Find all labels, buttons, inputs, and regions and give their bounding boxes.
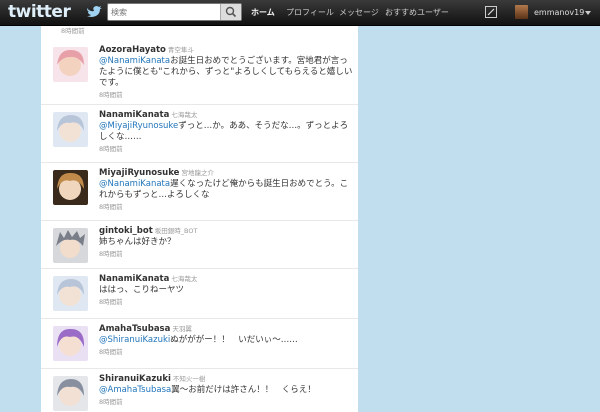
twitter-bird-icon <box>87 6 102 17</box>
mention-link[interactable]: @AmahaTsubasa <box>99 385 171 395</box>
tweet-text: 姉ちゃんは好きか？ <box>99 237 176 247</box>
full-name: 不知火一樹 <box>172 375 206 383</box>
tweet-timestamp[interactable]: 8時間前 <box>99 397 354 407</box>
screen-name[interactable]: ShiranuiKazuki <box>99 374 171 384</box>
search-button[interactable] <box>220 4 241 20</box>
chevron-down-icon[interactable] <box>585 11 591 15</box>
tweet[interactable]: NanamiKanata 七海哉太 ははっ、こりねーヤツ 8時間前 <box>41 269 358 319</box>
avatar[interactable] <box>53 170 88 205</box>
full-name: 七海哉太 <box>171 111 198 119</box>
tweet-timestamp[interactable]: 8時間前 <box>99 347 354 357</box>
tweet[interactable]: AozoraHayato 青空隼斗 @NanamiKanataお誕生日おめでとうご… <box>41 40 358 105</box>
avatar[interactable] <box>53 228 88 263</box>
username[interactable]: emmanov19 <box>534 0 584 25</box>
tweet-text: ははっ、こりねーヤツ <box>99 285 185 295</box>
nav-who-to-follow[interactable]: おすすめユーザー <box>385 0 449 25</box>
top-navigation-bar: twitter ホーム プロフィール メッセージ おすすめユーザー emmano… <box>0 0 600 26</box>
tweet-timestamp[interactable]: 8時間前 <box>99 297 354 307</box>
screen-name[interactable]: AozoraHayato <box>99 45 166 55</box>
tweet[interactable]: NanamiKanata 七海哉太 @MiyajiRyunosukeずっと…か。あ… <box>41 105 358 163</box>
full-name: 七海哉太 <box>171 275 198 283</box>
avatar[interactable] <box>53 376 88 411</box>
search-icon <box>225 6 237 18</box>
tweet[interactable]: MiyajiRyunosuke 宮地龍之介 @NanamiKanata遅くなったけ… <box>41 163 358 221</box>
tweet-timestamp[interactable]: 8時間前 <box>99 90 354 100</box>
screen-name[interactable]: NanamiKanata <box>99 274 169 284</box>
avatar[interactable] <box>53 276 88 311</box>
tweet-timestamp[interactable]: 8時間前 <box>99 144 354 154</box>
nav-messages[interactable]: メッセージ <box>339 0 379 25</box>
avatar[interactable] <box>53 326 88 361</box>
search-box[interactable] <box>107 3 242 21</box>
timeline: 8時間前 AozoraHayato 青空隼斗 @NanamiKanataお誕生日お… <box>41 26 358 412</box>
screen-name[interactable]: NanamiKanata <box>99 110 169 120</box>
full-name: 宮地龍之介 <box>181 169 214 177</box>
nav-profile[interactable]: プロフィール <box>286 0 334 25</box>
mention-link[interactable]: @MiyajiRyunosuke <box>99 121 178 131</box>
tweet-timestamp[interactable]: 8時間前 <box>99 202 354 212</box>
tweet-timestamp[interactable]: 8時間前 <box>61 26 85 36</box>
user-avatar[interactable] <box>515 5 528 19</box>
search-input[interactable] <box>111 5 221 19</box>
mention-link[interactable]: @NanamiKanata <box>99 179 170 189</box>
full-name: 青空隼斗 <box>167 46 194 54</box>
avatar[interactable] <box>53 112 88 147</box>
tweet-text: ぬがががー！！ いだいぃ～…… <box>170 335 298 345</box>
mention-link[interactable]: @ShiranuiKazuki <box>99 335 170 345</box>
tweet[interactable]: gintoki_bot 坂田銀時_BOT 姉ちゃんは好きか？ 8時間前 <box>41 221 358 269</box>
tweet[interactable]: ShiranuiKazuki 不知火一樹 @AmahaTsubasa翼～お前だけは… <box>41 369 358 412</box>
full-name: 坂田銀時_BOT <box>154 227 198 235</box>
nav-home[interactable]: ホーム <box>251 0 275 25</box>
screen-name[interactable]: MiyajiRyunosuke <box>99 168 179 178</box>
tweet-text: 翼～お前だけは許さん！！ くらえ！ <box>171 385 316 395</box>
screen-name[interactable]: AmahaTsubasa <box>99 324 170 334</box>
compose-tweet-icon[interactable] <box>485 6 497 18</box>
screen-name[interactable]: gintoki_bot <box>99 226 153 236</box>
avatar[interactable] <box>53 47 88 82</box>
twitter-logo[interactable]: twitter <box>8 2 71 22</box>
tweet[interactable]: AmahaTsubasa 天羽翼 @ShiranuiKazukiぬがががー！！ い… <box>41 319 358 369</box>
mention-link[interactable]: @NanamiKanata <box>99 56 170 66</box>
tweet-timestamp[interactable]: 8時間前 <box>99 249 354 259</box>
full-name: 天羽翼 <box>172 325 192 333</box>
